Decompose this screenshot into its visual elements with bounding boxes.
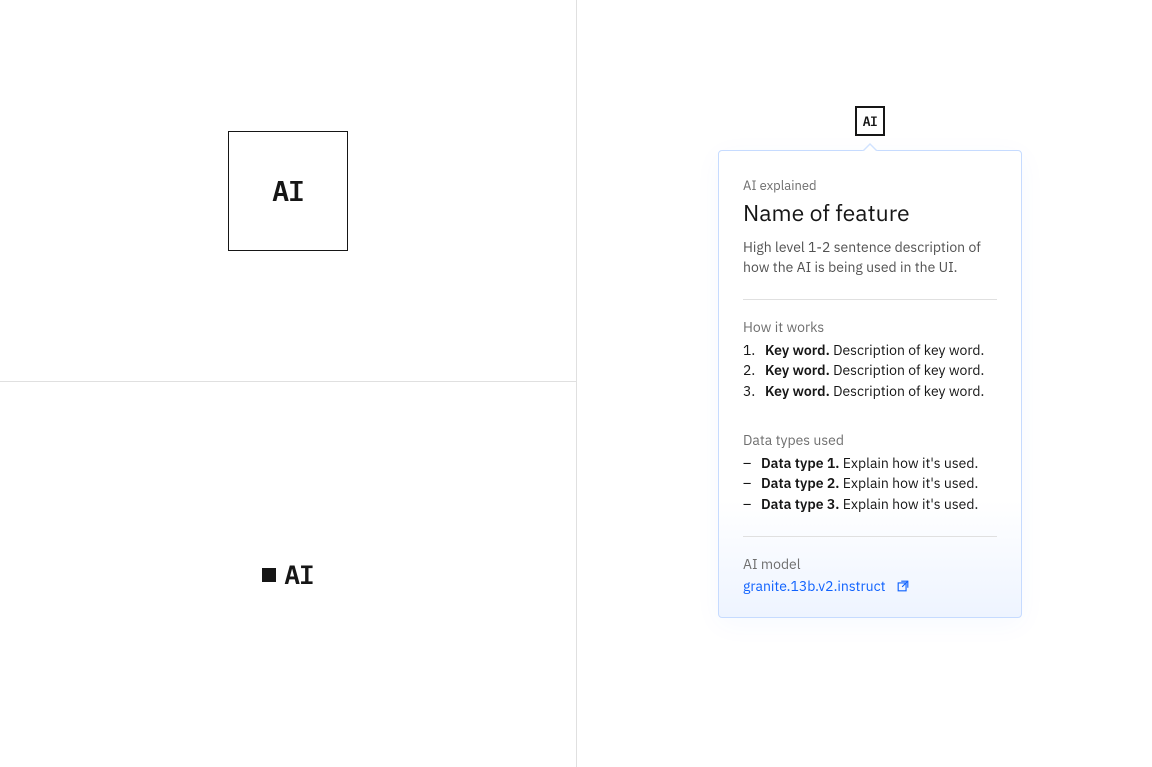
popover-title: Name of feature <box>743 198 997 228</box>
top-left-example: AI <box>0 0 576 381</box>
right-example: AI AI explained Name of feature High lev… <box>577 0 1152 767</box>
data-type-desc: Explain how it's used. <box>843 454 979 472</box>
data-types-list: Data type 1. Explain how it's used. Data… <box>743 453 997 514</box>
list-item: Data type 3. Explain how it's used. <box>743 494 997 514</box>
model-row: granite.13b.v2.instruct <box>743 577 997 595</box>
data-type-desc: Explain how it's used. <box>843 474 979 492</box>
ai-explained-popover: AI explained Name of feature High level … <box>718 150 1022 618</box>
data-types-label: Data types used <box>743 431 997 449</box>
list-item: Key word. Description of key word. <box>743 340 997 360</box>
square-icon <box>262 568 276 582</box>
ai-large-text: AI <box>272 172 304 209</box>
ai-small-text: AI <box>284 558 313 592</box>
how-it-works-label: How it works <box>743 318 997 336</box>
list-item: Data type 1. Explain how it's used. <box>743 453 997 473</box>
ai-chip-button[interactable]: AI <box>855 106 885 136</box>
data-type-name: Data type 3. <box>761 495 839 513</box>
popover-divider-1 <box>743 299 997 300</box>
popover-divider-2 <box>743 536 997 537</box>
key-word: Key word. <box>765 382 830 400</box>
list-item: Key word. Description of key word. <box>743 381 997 401</box>
list-item: Key word. Description of key word. <box>743 360 997 380</box>
data-type-name: Data type 1. <box>761 454 839 472</box>
popover-caret-inner <box>863 145 877 152</box>
list-item: Data type 2. Explain how it's used. <box>743 473 997 493</box>
model-link[interactable]: granite.13b.v2.instruct <box>743 577 886 595</box>
key-word: Key word. <box>765 341 830 359</box>
ai-large-box: AI <box>228 131 348 251</box>
how-it-works-list: Key word. Description of key word. Key w… <box>743 340 997 401</box>
ai-model-label: AI model <box>743 555 997 573</box>
key-word: Key word. <box>765 361 830 379</box>
popover-label: AI explained <box>743 177 997 194</box>
data-type-desc: Explain how it's used. <box>843 495 979 513</box>
ai-chip-text: AI <box>863 113 878 130</box>
key-desc: Description of key word. <box>833 341 984 359</box>
ai-small-row: AI <box>262 558 313 592</box>
key-desc: Description of key word. <box>833 361 984 379</box>
bottom-left-example: AI <box>0 382 576 767</box>
launch-icon <box>896 579 910 593</box>
popover-description: High level 1-2 sentence description of h… <box>743 238 997 277</box>
data-type-name: Data type 2. <box>761 474 839 492</box>
key-desc: Description of key word. <box>833 382 984 400</box>
